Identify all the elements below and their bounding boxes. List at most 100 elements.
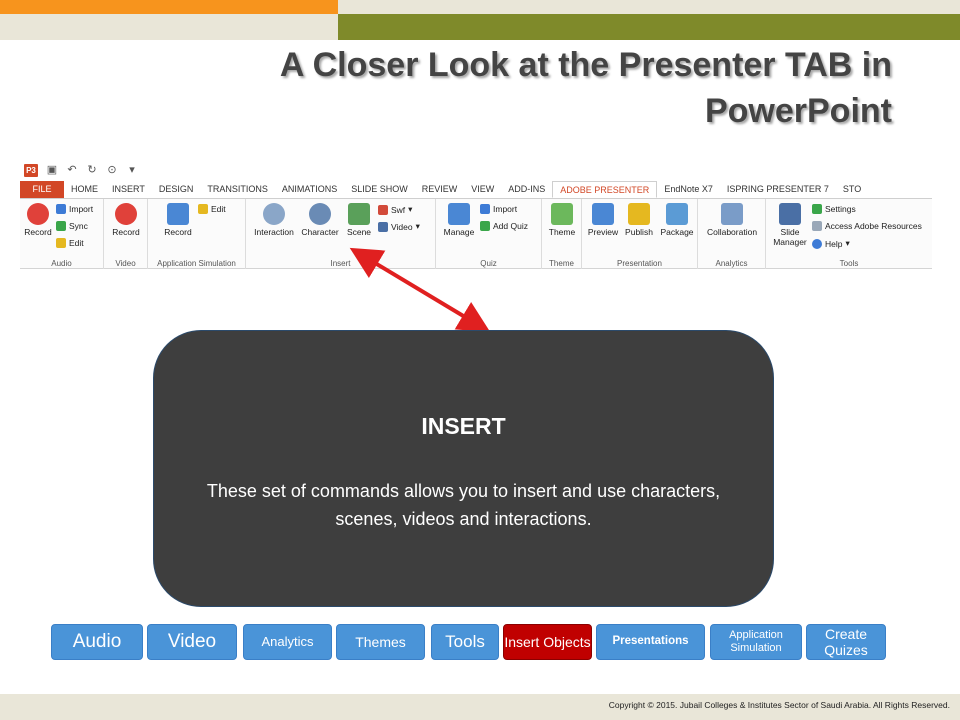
tab-home[interactable]: HOME — [64, 181, 105, 198]
preview-button[interactable]: Preview — [584, 203, 622, 237]
interaction-button[interactable]: Interaction — [249, 203, 299, 237]
tab-transitions[interactable]: TRANSITIONS — [200, 181, 275, 198]
sync-icon — [56, 221, 66, 231]
top-olive-bar — [338, 14, 960, 40]
video-record-button[interactable]: Record — [110, 203, 142, 237]
tab-review[interactable]: REVIEW — [415, 181, 465, 198]
character-icon — [309, 203, 331, 225]
swf-label: Swf — [391, 204, 406, 215]
access-resources-button[interactable]: Access Adobe Resources — [812, 221, 922, 231]
appsim-record-label: Record — [164, 227, 192, 237]
audio-sync-label: Sync — [69, 221, 88, 231]
group-audio: Record Import Sync Edit Audio — [20, 199, 104, 269]
redo-icon[interactable]: ↻ — [86, 164, 98, 176]
help-icon — [812, 238, 822, 249]
character-label: Character — [301, 227, 339, 237]
audio-import-button[interactable]: Import — [56, 204, 93, 214]
tab-add-ins[interactable]: ADD-INS — [501, 181, 552, 198]
quick-access-toolbar: P3 ▣ ↶ ↻ ⊙ ▾ — [20, 160, 180, 180]
audio-edit-label: Edit — [69, 238, 84, 248]
tab-file[interactable]: FILE — [20, 181, 64, 198]
audio-sync-button[interactable]: Sync — [56, 221, 88, 231]
publish-icon — [628, 203, 650, 225]
powerpoint-icon: P3 — [24, 163, 38, 177]
help-label: Help — [825, 238, 843, 249]
settings-button[interactable]: Settings — [812, 204, 856, 214]
quiz-manage-icon — [448, 203, 470, 225]
swf-icon — [378, 204, 388, 215]
publish-button[interactable]: Publish — [620, 203, 658, 237]
edit-icon — [56, 238, 66, 248]
group-video: Record Video — [104, 199, 148, 269]
import-icon — [56, 204, 66, 214]
nav-presentations-button[interactable]: Presentations — [596, 624, 705, 660]
tab-ispring[interactable]: ISPRING PRESENTER 7 — [720, 181, 836, 198]
tab-insert[interactable]: INSERT — [105, 181, 152, 198]
tab-slide-show[interactable]: SLIDE SHOW — [344, 181, 415, 198]
tab-endnote[interactable]: EndNote X7 — [657, 181, 720, 198]
nav-create-quizes-button[interactable]: Create Quizes — [806, 624, 886, 660]
scene-button[interactable]: Scene — [342, 203, 376, 237]
interaction-icon — [263, 203, 285, 225]
audio-edit-button[interactable]: Edit — [56, 238, 84, 248]
slide-manager-button[interactable]: Slide Manager — [770, 203, 810, 247]
import-icon — [480, 204, 490, 214]
group-tools-label: Tools — [839, 259, 859, 268]
quiz-import-button[interactable]: Import — [480, 204, 517, 214]
publish-label: Publish — [625, 227, 653, 237]
save-icon[interactable]: ▣ — [46, 164, 58, 176]
customize-qat-icon[interactable]: ▾ — [126, 164, 138, 176]
add-quiz-label: Add Quiz — [493, 221, 528, 231]
slide-title: A Closer Look at the Presenter TAB in Po… — [279, 46, 892, 130]
top-light-bar-left — [0, 14, 338, 40]
group-theme-label: Theme — [549, 259, 574, 268]
group-quiz-label: Quiz — [480, 259, 497, 268]
screen-record-icon — [167, 203, 189, 225]
audio-record-button[interactable]: Record — [22, 203, 54, 237]
collaboration-label: Collaboration — [706, 227, 758, 237]
nav-analytics-button[interactable]: Analytics — [243, 624, 332, 660]
appsim-edit-button[interactable]: Edit — [198, 204, 226, 214]
group-quiz: Manage Import Add Quiz Quiz — [436, 199, 542, 269]
group-analytics: Collaboration Analytics — [698, 199, 766, 269]
scene-label: Scene — [346, 227, 372, 237]
nav-application-simulation-button[interactable]: Application Simulation — [710, 624, 802, 660]
quiz-manage-label: Manage — [443, 227, 475, 237]
tab-design[interactable]: DESIGN — [152, 181, 201, 198]
settings-label: Settings — [825, 204, 856, 214]
nav-audio-button[interactable]: Audio — [51, 624, 143, 660]
package-label: Package — [660, 227, 694, 237]
tab-animations[interactable]: ANIMATIONS — [275, 181, 344, 198]
nav-video-button[interactable]: Video — [147, 624, 237, 660]
theme-label: Theme — [548, 227, 576, 237]
group-analytics-label: Analytics — [715, 259, 748, 268]
package-button[interactable]: Package — [658, 203, 696, 237]
nav-themes-button[interactable]: Themes — [336, 624, 425, 660]
preview-label: Preview — [587, 227, 619, 237]
group-audio-label: Audio — [51, 259, 72, 268]
scene-icon — [348, 203, 370, 225]
copyright-text: Copyright © 2015. Jubail Colleges & Inst… — [608, 700, 950, 710]
character-button[interactable]: Character — [298, 203, 342, 237]
group-insert: Interaction Character Scene Swf ▾ Video … — [246, 199, 436, 269]
top-orange-bar — [0, 0, 338, 14]
package-icon — [666, 203, 688, 225]
swf-button[interactable]: Swf ▾ — [378, 204, 412, 215]
insert-video-button[interactable]: Video ▾ — [378, 221, 420, 232]
microphone-icon — [27, 203, 49, 225]
tab-view[interactable]: VIEW — [464, 181, 501, 198]
undo-icon[interactable]: ↶ — [66, 164, 78, 176]
appsim-record-button[interactable]: Record — [160, 203, 196, 237]
nav-tools-button[interactable]: Tools — [431, 624, 499, 660]
add-quiz-button[interactable]: Add Quiz — [480, 221, 528, 231]
quiz-manage-button[interactable]: Manage — [440, 203, 478, 237]
theme-button[interactable]: Theme — [545, 203, 579, 237]
collaboration-button[interactable]: Collaboration — [700, 203, 764, 237]
nav-insert-objects-button[interactable]: Insert Objects — [503, 624, 592, 660]
tab-adobe-presenter[interactable]: ADOBE PRESENTER — [552, 181, 658, 198]
slideshow-icon[interactable]: ⊙ — [106, 164, 118, 176]
group-application-simulation: Record Edit Application Simulation — [148, 199, 246, 269]
tab-sto[interactable]: STO — [836, 181, 868, 198]
help-button[interactable]: Help ▾ — [812, 238, 850, 249]
group-tools: Slide Manager Settings Access Adobe Reso… — [766, 199, 932, 269]
